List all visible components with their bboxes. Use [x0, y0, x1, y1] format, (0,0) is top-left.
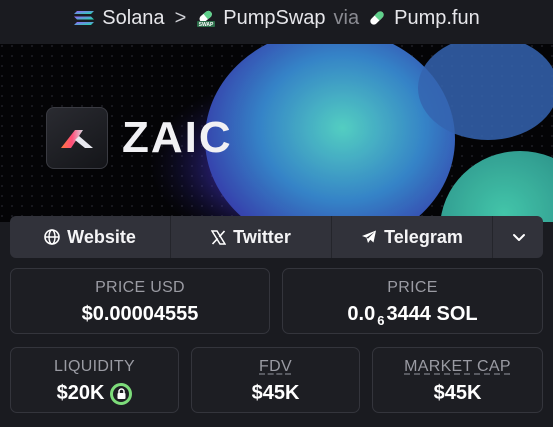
telegram-link-label: Telegram: [384, 226, 463, 247]
price-usd-card: PRICE USD $0.00004555: [10, 268, 270, 334]
telegram-link[interactable]: Telegram: [332, 216, 493, 258]
brand-logo: [46, 107, 108, 169]
lock-glyph: [117, 387, 126, 399]
brand-text: ZAIC: [122, 113, 233, 162]
social-links-bar: Website Twitter Telegram: [10, 216, 543, 258]
market-cap-label[interactable]: MARKET CAP: [404, 358, 511, 376]
solana-icon: [74, 11, 95, 25]
token-header: Solana > SWAP PumpSwap via Pump.fun ZAIC…: [0, 0, 553, 427]
breadcrumb-via: via: [333, 6, 360, 29]
x-icon: [211, 229, 227, 245]
breadcrumb: Solana > SWAP PumpSwap via Pump.fun: [0, 0, 553, 36]
token-banner: ZAIC: [0, 44, 553, 222]
liquidity-card: LIQUIDITY $20K: [10, 347, 179, 413]
brand-logo-icon: [61, 130, 93, 148]
breadcrumb-launchpad[interactable]: Pump.fun: [367, 7, 480, 30]
price-sol-label: PRICE: [387, 279, 438, 296]
price-sol-suffix: 3444 SOL: [386, 303, 478, 325]
fdv-label[interactable]: FDV: [259, 358, 292, 376]
market-cap-value: $45K: [433, 382, 482, 404]
price-sol-zero-count: 6: [377, 313, 385, 328]
breadcrumb-chain[interactable]: Solana: [73, 6, 165, 30]
twitter-link[interactable]: Twitter: [171, 216, 332, 258]
banner-brand: ZAIC: [46, 107, 233, 169]
globe-icon: [44, 229, 60, 245]
website-link-label: Website: [67, 226, 136, 247]
lock-icon[interactable]: [110, 382, 133, 405]
breadcrumb-dex-label: PumpSwap: [223, 6, 326, 29]
breadcrumb-launchpad-label: Pump.fun: [394, 6, 480, 29]
twitter-link-label: Twitter: [233, 226, 291, 247]
fdv-value: $45K: [251, 382, 300, 404]
price-usd-value: $0.00004555: [81, 303, 199, 325]
telegram-icon: [362, 230, 377, 243]
more-links-button[interactable]: [493, 216, 543, 258]
market-cap-card: MARKET CAP $45K: [372, 347, 543, 413]
liquidity-value: $20K: [56, 382, 105, 404]
liquidity-label: LIQUIDITY: [54, 358, 135, 375]
pumpfun-icon: [370, 11, 384, 25]
pumpswap-icon: SWAP: [197, 10, 216, 28]
liquidity-value-row: $20K: [57, 382, 133, 405]
price-sol-prefix: 0.0: [347, 303, 376, 325]
breadcrumb-chain-label: Solana: [102, 6, 165, 29]
price-sol-card: PRICE 0.0 6 3444 SOL: [282, 268, 543, 334]
pumpswap-icon-text: SWAP: [199, 22, 214, 28]
price-usd-label: PRICE USD: [95, 279, 185, 296]
chevron-down-icon: [513, 233, 525, 241]
breadcrumb-dex[interactable]: SWAP PumpSwap: [196, 6, 326, 30]
breadcrumb-separator: >: [174, 6, 187, 29]
website-link[interactable]: Website: [10, 216, 171, 258]
price-sol-value: 0.0 6 3444 SOL: [347, 303, 478, 328]
fdv-card: FDV $45K: [191, 347, 360, 413]
